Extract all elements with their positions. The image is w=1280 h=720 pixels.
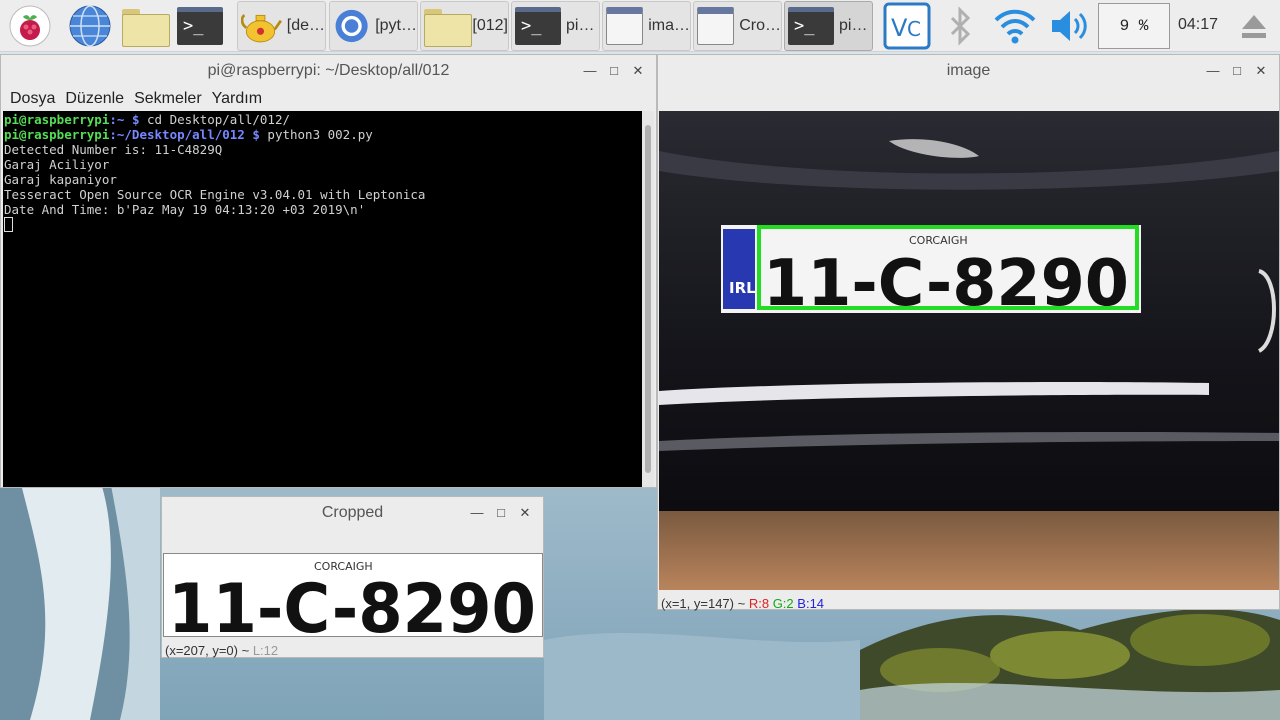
web-browser-icon[interactable] [65, 2, 115, 50]
prompt-path: :~/Desktop/all/012 [109, 127, 245, 142]
cropped-titlebar[interactable]: Cropped — □ ✕ [162, 497, 543, 529]
terminal-line: pi@raspberrypi:~ $ cd Desktop/all/012/ [4, 112, 642, 127]
image-statusbar: (x=1, y=147) ~ R:8 G:2 B:14 [661, 596, 824, 611]
terminal-window: pi@raspberrypi: ~/Desktop/all/012 — □ ✕ … [0, 54, 657, 488]
menu-edit[interactable]: Düzenle [60, 87, 129, 111]
taskbar-item-image[interactable]: ima… [602, 1, 691, 51]
menu-help[interactable]: Yardım [207, 87, 267, 111]
terminal-icon [177, 7, 223, 45]
prompt-path: :~ [109, 112, 125, 127]
taskbar-item-label: pi… [839, 17, 868, 34]
wifi-icon[interactable] [990, 0, 1040, 52]
raspberry-menu-icon[interactable] [5, 2, 55, 50]
close-button[interactable]: ✕ [1249, 62, 1273, 80]
plate-country-badge: IRL [729, 279, 756, 297]
vnc-icon[interactable]: V C [882, 0, 932, 52]
output-line: Garaj Aciliyor [4, 157, 110, 172]
window-title: image [946, 62, 991, 79]
close-button[interactable]: ✕ [626, 62, 650, 80]
command-text: cd Desktop/all/012/ [139, 112, 290, 127]
prompt-symbol: $ [124, 112, 140, 127]
image-titlebar[interactable]: image — □ ✕ [658, 55, 1279, 87]
taskbar-item-terminal-1[interactable]: pi… [511, 1, 600, 51]
cpu-usage-value: 9 % [1119, 17, 1149, 35]
cropped-plate-image[interactable]: CORCAIGH 11-C-8290 [163, 553, 543, 637]
taskbar-item-label: Cro… [739, 17, 781, 34]
terminal-icon [515, 7, 561, 45]
output-line: Date And Time: b'Paz May 19 04:13:20 +03… [4, 202, 366, 217]
clock[interactable]: 04:17 [1178, 16, 1218, 34]
bluetooth-icon[interactable] [940, 0, 980, 52]
folder-icon [424, 7, 473, 47]
car-rear-photo: IRL CORCAIGH 11-C-8290 [659, 111, 1279, 590]
menu-tabs[interactable]: Sekmeler [129, 87, 207, 111]
svg-text:C: C [907, 17, 921, 41]
folder-icon [122, 7, 170, 47]
status-blue: B:14 [797, 596, 825, 611]
prompt-symbol: $ [244, 127, 260, 142]
terminal-launcher-icon[interactable] [175, 2, 225, 50]
terminal-icon [788, 7, 834, 45]
text-cursor [4, 217, 13, 232]
window-icon [606, 7, 644, 45]
status-luminance: L:12 [252, 643, 279, 658]
cpu-usage-monitor[interactable]: 9 % [1098, 3, 1170, 49]
terminal-line: pi@raspberrypi:~/Desktop/all/012 $ pytho… [4, 127, 642, 142]
cropped-statusbar: (x=207, y=0) ~ L:12 [165, 643, 278, 658]
plate-number: 11-C-8290 [168, 570, 536, 637]
terminal-titlebar[interactable]: pi@raspberrypi: ~/Desktop/all/012 — □ ✕ [1, 55, 656, 87]
maximize-button[interactable]: □ [1225, 62, 1249, 80]
maximize-button[interactable]: □ [489, 504, 513, 522]
chromium-icon [335, 9, 368, 43]
camera-image[interactable]: IRL CORCAIGH 11-C-8290 [659, 111, 1279, 590]
window-title: Cropped [321, 504, 384, 521]
status-red: R:8 [748, 596, 770, 611]
status-coords: (x=207, y=0) ~ [165, 643, 250, 658]
taskbar-item-label: [012] [472, 17, 508, 34]
scrollbar-thumb[interactable] [645, 125, 651, 473]
taskbar-item-folder[interactable]: [012] [420, 1, 509, 51]
taskbar-item-label: [pyt… [375, 17, 417, 34]
file-manager-icon[interactable] [120, 2, 170, 50]
minimize-button[interactable]: — [578, 62, 602, 80]
plate-county: CORCAIGH [909, 234, 968, 247]
image-window: image — □ ✕ IRL CORCAIGH 11-C-8290 (x=1,… [657, 54, 1280, 611]
terminal-output[interactable]: pi@raspberrypi:~ $ cd Desktop/all/012/pi… [3, 111, 643, 487]
output-line: Garaj kapaniyor [4, 172, 117, 187]
menu-file[interactable]: Dosya [5, 87, 60, 111]
top-panel: [de… [pyt… [012] pi… ima… Cro… pi… V C [0, 0, 1280, 52]
prompt-user: pi@raspberrypi [4, 127, 110, 142]
prompt-user: pi@raspberrypi [4, 112, 110, 127]
taskbar-item-label: pi… [566, 17, 595, 34]
maximize-button[interactable]: □ [602, 62, 626, 80]
command-text: python3 002.py [259, 127, 373, 142]
taskbar-item-label: [de… [286, 17, 325, 34]
taskbar-item-terminal-2[interactable]: pi… [784, 1, 873, 51]
terminal-menubar: Dosya Düzenle Sekmeler Yardım [1, 87, 656, 111]
close-button[interactable]: ✕ [513, 504, 537, 522]
status-green: G:2 [772, 596, 794, 611]
minimize-button[interactable]: — [465, 504, 489, 522]
window-icon [697, 7, 735, 45]
teapot-icon [241, 14, 282, 43]
taskbar-item-chromium[interactable]: [pyt… [329, 1, 418, 51]
cropped-window: Cropped — □ ✕ CORCAIGH 11-C-8290 (x=207,… [161, 496, 544, 658]
eject-icon[interactable] [1232, 0, 1276, 52]
output-line: Detected Number is: 11-C4829Q [4, 142, 223, 157]
cropped-plate-graphic: CORCAIGH 11-C-8290 [164, 554, 542, 637]
window-title: pi@raspberrypi: ~/Desktop/all/012 [207, 62, 450, 79]
terminal-scrollbar[interactable] [642, 111, 654, 487]
taskbar-item-geany[interactable]: [de… [237, 1, 326, 51]
volume-icon[interactable] [1044, 0, 1094, 52]
output-line: Tesseract Open Source OCR Engine v3.04.0… [4, 187, 426, 202]
taskbar-item-cropped[interactable]: Cro… [693, 1, 782, 51]
svg-text:V: V [891, 14, 908, 42]
taskbar-item-label: ima… [648, 17, 690, 34]
minimize-button[interactable]: — [1201, 62, 1225, 80]
status-coords: (x=1, y=147) ~ [661, 596, 746, 611]
